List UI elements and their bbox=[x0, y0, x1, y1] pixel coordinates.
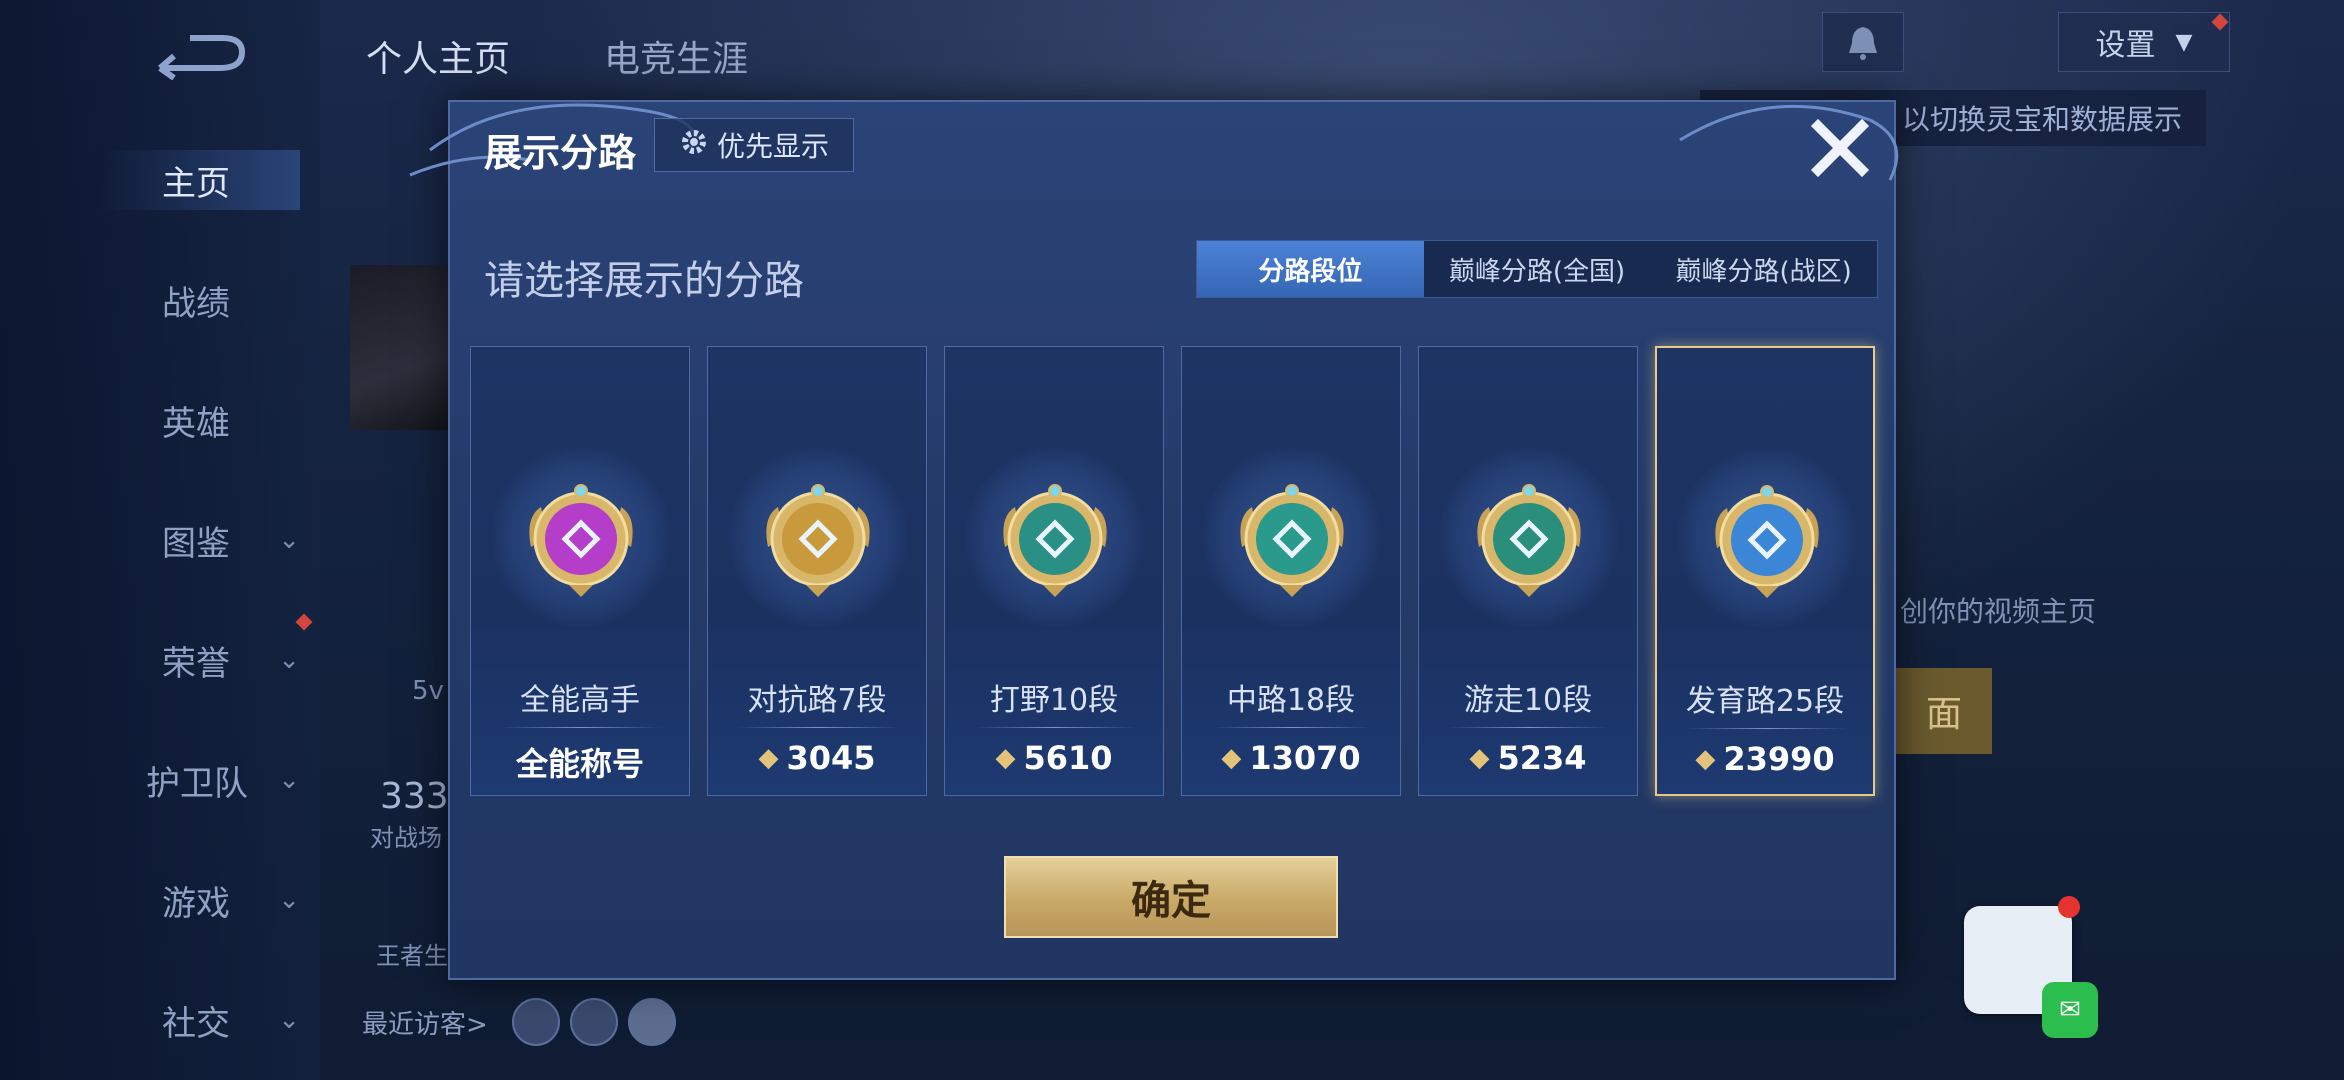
tab-lane-rank[interactable]: 分路段位 bbox=[1197, 241, 1424, 297]
lane-rank-label: 发育路25段 bbox=[1685, 684, 1845, 719]
visitor-avatar[interactable] bbox=[570, 998, 618, 1046]
lane-rank-label: 中路18段 bbox=[1226, 683, 1356, 718]
mode-label: 5v bbox=[412, 676, 444, 706]
match-count-label: 对战场 bbox=[370, 824, 442, 852]
points-icon: ◆ bbox=[995, 743, 1016, 773]
confirm-button[interactable]: 确定 bbox=[1004, 856, 1338, 938]
lane-score-value: 13070 bbox=[1249, 739, 1361, 777]
brand-label: 王者生 bbox=[376, 942, 448, 970]
gear-icon bbox=[679, 127, 709, 164]
sidebar-item-games[interactable]: 游戏 ⌄ bbox=[100, 870, 300, 930]
visitor-avatar[interactable] bbox=[512, 998, 560, 1046]
recent-visitors-link[interactable]: 最近访客> bbox=[362, 1004, 488, 1041]
lane-score: 全能称号 bbox=[471, 739, 689, 785]
lane-card[interactable]: 全能高手 全能称号 bbox=[470, 346, 690, 796]
points-icon: ◆ bbox=[1695, 744, 1716, 774]
lane-score-value: 23990 bbox=[1723, 740, 1835, 778]
lane-score: ◆ 23990 bbox=[1657, 740, 1873, 778]
modal-title: 展示分路 bbox=[484, 131, 637, 175]
lane-score: ◆ 5610 bbox=[945, 739, 1163, 777]
lane-card[interactable]: 中路18段 ◆ 13070 bbox=[1181, 346, 1401, 796]
mid-lane-badge-icon bbox=[1232, 477, 1352, 601]
card-divider bbox=[1212, 727, 1372, 728]
lane-score: ◆ 3045 bbox=[708, 739, 926, 777]
card-divider bbox=[1449, 727, 1609, 728]
lane-score-value: 5610 bbox=[1023, 739, 1113, 777]
tab-esports[interactable]: 电竞生涯 bbox=[604, 30, 748, 82]
tab-profile[interactable]: 个人主页 bbox=[366, 30, 510, 82]
notification-dot bbox=[2058, 896, 2080, 918]
card-divider bbox=[975, 727, 1135, 728]
farm-lane-badge-icon bbox=[1707, 478, 1827, 602]
lane-rank-label: 打野10段 bbox=[989, 683, 1119, 718]
match-count: 333 bbox=[380, 776, 449, 817]
chevron-down-icon: ⌄ bbox=[278, 1005, 300, 1035]
clash-lane-badge-icon bbox=[758, 477, 878, 601]
lane-score-value: 3045 bbox=[786, 739, 876, 777]
tab-peak-national[interactable]: 巅峰分路(全国) bbox=[1423, 241, 1651, 297]
priority-display-button[interactable]: 优先显示 bbox=[654, 118, 854, 172]
close-icon[interactable] bbox=[1808, 116, 1872, 180]
lane-score: ◆ 5234 bbox=[1419, 739, 1637, 777]
modal-subtitle: 请选择展示的分路 bbox=[484, 258, 804, 304]
wechat-icon[interactable]: ✉ bbox=[2042, 982, 2098, 1038]
lane-type-tabs: 分路段位 巅峰分路(全国) 巅峰分路(战区) bbox=[1196, 240, 1878, 298]
lane-card[interactable]: 游走10段 ◆ 5234 bbox=[1418, 346, 1638, 796]
points-icon: ◆ bbox=[758, 743, 779, 773]
back-arrow-icon[interactable] bbox=[150, 30, 250, 81]
tab-peak-region[interactable]: 巅峰分路(战区) bbox=[1650, 241, 1878, 297]
notification-dot bbox=[295, 613, 313, 631]
video-button[interactable]: 面 bbox=[1896, 668, 1992, 754]
lane-rank-label: 游走10段 bbox=[1463, 683, 1593, 718]
lane-card[interactable]: 对抗路7段 ◆ 3045 bbox=[707, 346, 927, 796]
lane-score: ◆ 13070 bbox=[1182, 739, 1400, 777]
visitor-avatar[interactable] bbox=[628, 998, 676, 1046]
points-icon: ◆ bbox=[1221, 743, 1242, 773]
card-divider bbox=[738, 727, 898, 728]
chevron-down-icon: ⌄ bbox=[278, 765, 300, 795]
lane-card[interactable]: 打野10段 ◆ 5610 bbox=[944, 346, 1164, 796]
lane-rank-label: 全能高手 bbox=[520, 683, 640, 718]
lane-display-modal: 展示分路 优先显示 请选择展示的分路 分路段位 巅峰分路(全国) 巅峰分路(战区… bbox=[409, 100, 1899, 980]
chevron-down-icon: ▼ bbox=[2175, 29, 2193, 55]
sidebar-item-social[interactable]: 社交 ⌄ bbox=[100, 990, 300, 1050]
lane-card[interactable]: 发育路25段 ◆ 23990 bbox=[1655, 346, 1875, 796]
sidebar-item-home[interactable]: 主页 bbox=[100, 150, 300, 210]
jungle-badge-icon bbox=[995, 477, 1115, 601]
sidebar-item-honor[interactable]: 荣誉 ⌄ bbox=[100, 630, 300, 690]
chevron-down-icon: ⌄ bbox=[278, 885, 300, 915]
sidebar-item-records[interactable]: 战绩 bbox=[100, 270, 300, 330]
all-round-badge-icon bbox=[521, 477, 641, 601]
sidebar: 主页 战绩 英雄 图鉴 ⌄ 荣誉 ⌄ 护卫队 ⌄ 游戏 ⌄ 社交 ⌄ bbox=[0, 0, 320, 1080]
points-icon: ◆ bbox=[1469, 743, 1490, 773]
settings-button[interactable]: 设置 ▼ bbox=[2058, 12, 2230, 72]
chevron-down-icon: ⌄ bbox=[278, 645, 300, 675]
lane-score-value: 5234 bbox=[1497, 739, 1587, 777]
chevron-down-icon: ⌄ bbox=[278, 525, 300, 555]
video-tip: 创你的视频主页 bbox=[1900, 595, 2097, 628]
card-divider bbox=[501, 727, 661, 728]
card-divider bbox=[1687, 728, 1847, 729]
sidebar-item-gallery[interactable]: 图鉴 ⌄ bbox=[100, 510, 300, 570]
bell-icon[interactable] bbox=[1822, 12, 1904, 72]
roam-badge-icon bbox=[1469, 477, 1589, 601]
lane-score-value: 全能称号 bbox=[515, 745, 644, 783]
lane-rank-label: 对抗路7段 bbox=[747, 683, 887, 718]
sidebar-item-guard[interactable]: 护卫队 ⌄ bbox=[100, 750, 300, 810]
sidebar-item-heroes[interactable]: 英雄 bbox=[100, 390, 300, 450]
